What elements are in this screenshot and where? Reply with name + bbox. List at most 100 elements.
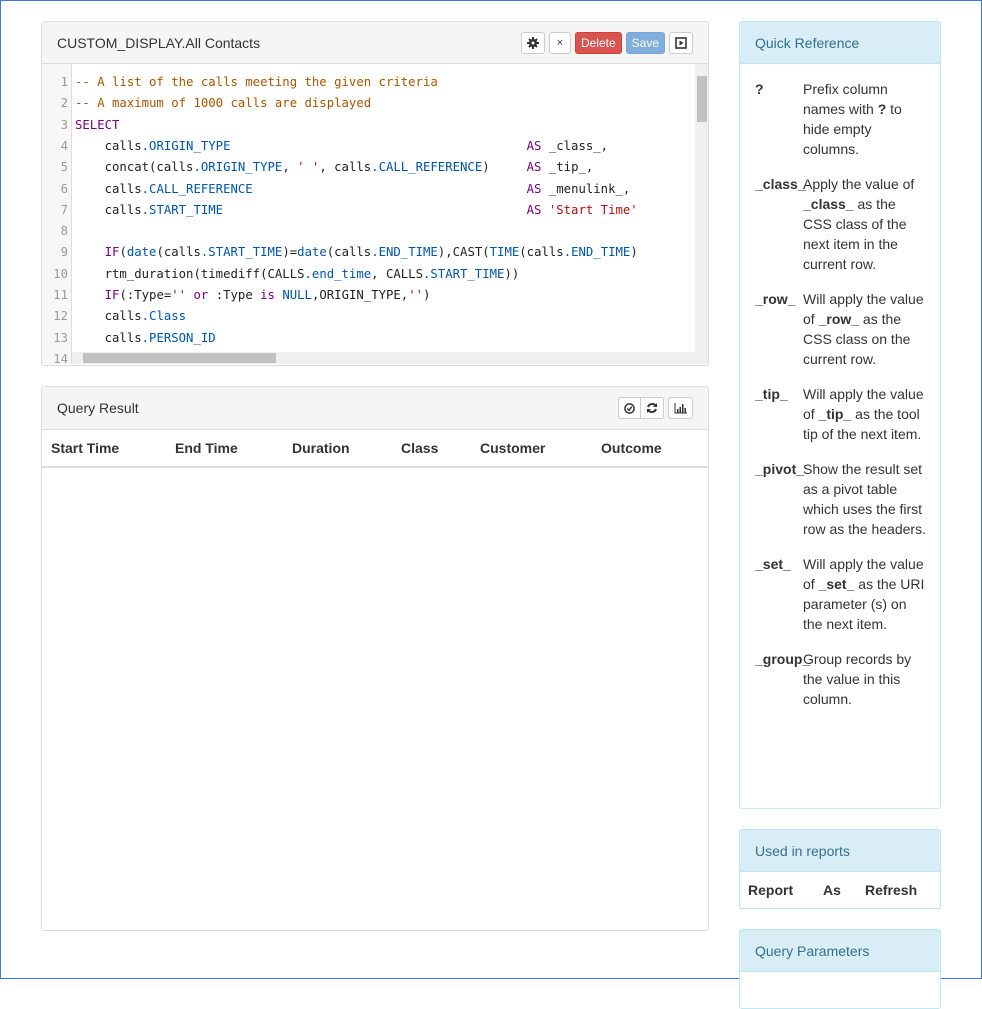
code-token: ' ' — [297, 160, 320, 175]
code-token: )= — [282, 245, 298, 260]
column-header: Refresh — [857, 872, 940, 908]
code-token: _class_, — [541, 138, 609, 153]
code-token: .CALL_REFERENCE — [141, 181, 253, 196]
play-icon — [675, 36, 687, 49]
code-token: .START_TIME — [200, 245, 283, 260]
vertical-scrollbar[interactable] — [695, 64, 708, 354]
reference-item: _set_ Will apply the value of _set_ as th… — [740, 554, 940, 634]
reference-key: _group_ — [755, 651, 811, 667]
code-token: , CALLS — [371, 266, 423, 281]
code-line: 6 calls.CALL_REFERENCE AS _menulink_, — [42, 179, 692, 200]
gear-icon — [526, 36, 539, 49]
validate-button[interactable] — [618, 397, 641, 419]
quick-reference-title: Quick Reference — [755, 34, 860, 51]
code-text: calls.PERSON_ID — [75, 328, 216, 349]
code-token: is — [260, 288, 275, 302]
line-number: 2 — [60, 96, 68, 111]
chart-button[interactable] — [668, 397, 693, 419]
desc-text: Prefix column names with — [803, 81, 888, 117]
code-line: 12 calls.Class — [42, 306, 692, 327]
code-line: 2 -- A maximum of 1000 calls are displaye… — [42, 93, 692, 114]
code-token: -- A maximum of 1000 calls are displayed — [75, 96, 372, 111]
line-number: 8 — [60, 224, 68, 239]
quick-reference-header: Quick Reference — [740, 22, 940, 64]
close-button[interactable]: × — [548, 31, 571, 54]
desc-text: Group records by the value in this colum… — [803, 651, 912, 707]
line-number: 4 — [60, 138, 68, 153]
refresh-icon — [647, 403, 657, 413]
code-token: calls — [75, 330, 142, 345]
code-text: rtm_duration(timediff(CALLS.end_time, CA… — [75, 264, 520, 285]
used-in-reports-header: Used in reports — [740, 830, 940, 872]
quick-reference-list: ? Prefix column names with ? to hide empt… — [740, 64, 940, 709]
reference-description: Will apply the value of _row_ as the CSS… — [803, 289, 928, 369]
delete-button[interactable]: Delete — [574, 31, 622, 54]
column-header[interactable]: Duration — [283, 430, 392, 468]
query-title: CUSTOM_DISPLAY.All Contacts — [57, 34, 261, 51]
reference-description: Show the result set as a pivot table whi… — [803, 459, 928, 539]
code-token: (:Type= — [119, 288, 172, 302]
code-token: rtm_duration(timediff(CALLS — [75, 266, 305, 281]
code-token: .PERSON_ID — [141, 330, 216, 345]
line-number: 5 — [60, 160, 68, 175]
desc-keyword: _row_ — [818, 311, 860, 327]
code-text: concat(calls.ORIGIN_TYPE, ' ', calls.CAL… — [75, 157, 594, 178]
reference-item: _pivot_ Show the result set as a pivot ta… — [740, 459, 940, 539]
column-header[interactable]: Start Time — [42, 430, 166, 468]
code-token: , — [282, 160, 298, 175]
reference-description: Prefix column names with ? to hide empty… — [803, 79, 928, 159]
reference-description: Will apply the value of _tip_ as the too… — [803, 384, 928, 444]
query-editor-panel: CUSTOM_DISPLAY.All Contacts × Delete Sav… — [41, 21, 709, 366]
code-token: calls — [75, 181, 142, 196]
code-token: NULL — [282, 288, 312, 302]
quick-reference-panel: Quick Reference ? Prefix column names wit… — [739, 21, 941, 809]
refresh-button[interactable] — [641, 397, 664, 419]
desc-keyword: ? — [877, 101, 887, 117]
reference-key: _set_ — [755, 556, 791, 572]
column-header[interactable]: Customer — [471, 430, 592, 468]
reference-key: _tip_ — [755, 386, 788, 402]
run-button[interactable] — [669, 31, 693, 54]
code-text: IF(:Type='' or :Type is NULL,ORIGIN_TYPE… — [75, 285, 431, 306]
line-number: 9 — [60, 245, 68, 260]
code-token: date — [126, 245, 157, 260]
code-token: , calls — [319, 160, 372, 175]
settings-button[interactable] — [520, 31, 545, 54]
code-token: AS — [526, 160, 542, 175]
line-number: 7 — [60, 202, 68, 217]
horizontal-scrollbar[interactable] — [72, 352, 708, 364]
line-number: 6 — [60, 181, 68, 196]
code-token: concat(calls — [75, 160, 194, 175]
code-token: .CALL_REFERENCE — [371, 160, 483, 175]
query-parameters-panel: Query Parameters — [739, 929, 941, 1009]
column-header[interactable]: End Time — [166, 430, 283, 468]
code-line: 3 SELECT — [42, 115, 692, 136]
code-token: AS — [526, 138, 542, 153]
code-token: :Type — [208, 288, 261, 302]
line-number: 13 — [53, 330, 68, 345]
desc-keyword: _class_ — [803, 196, 854, 212]
check-circle-icon — [624, 402, 635, 414]
column-header[interactable]: Class — [392, 430, 471, 468]
code-token: (calls — [519, 245, 564, 260]
code-token: IF — [104, 245, 120, 260]
reference-item: _class_ Apply the value of _class_ as the… — [740, 174, 940, 274]
save-button[interactable]: Save — [625, 31, 665, 54]
code-token: ( — [119, 245, 127, 260]
column-header[interactable]: Outcome — [592, 430, 708, 468]
reference-description: Will apply the value of _set_ as the URI… — [803, 554, 928, 634]
code-token: ) — [630, 245, 638, 260]
reference-key: _class_ — [755, 176, 806, 192]
used-in-reports-title: Used in reports — [755, 842, 850, 859]
reference-item: _row_ Will apply the value of _row_ as th… — [740, 289, 940, 369]
code-line: 7 calls.START_TIME AS 'Start Time' — [42, 200, 692, 221]
code-token: '' — [171, 288, 187, 302]
sql-code-editor[interactable]: 1 -- A list of the calls meeting the give… — [42, 64, 708, 364]
line-number: 1 — [60, 75, 68, 89]
code-token: AS — [526, 202, 542, 217]
code-token: .ORIGIN_TYPE — [141, 138, 231, 153]
code-token: calls — [75, 309, 142, 324]
editor-header: CUSTOM_DISPLAY.All Contacts × Delete Sav… — [42, 22, 708, 64]
